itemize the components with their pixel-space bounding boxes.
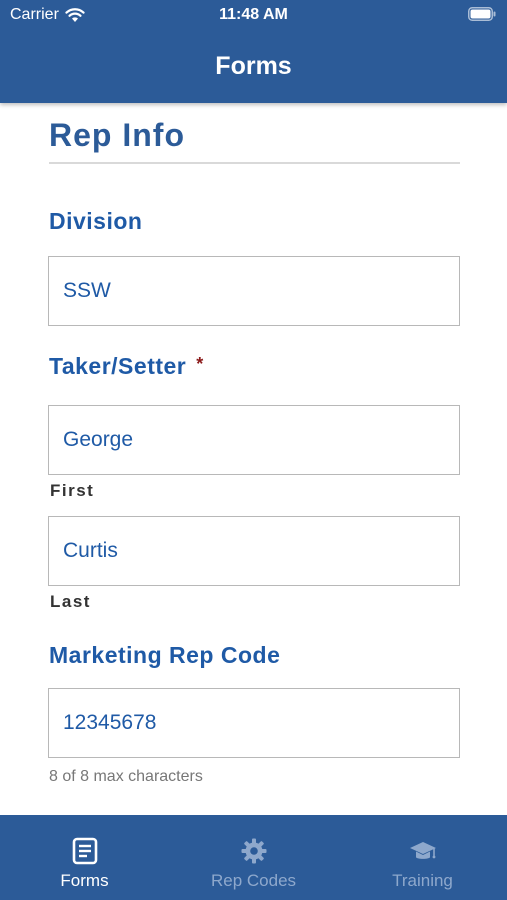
marketing-rep-code-field[interactable]: 12345678 [48,688,460,758]
status-time: 11:48 AM [219,6,288,23]
gear-icon [241,838,266,864]
tab-forms[interactable]: Forms [0,815,169,900]
tab-training[interactable]: Training [338,815,507,900]
first-name-sublabel: First [50,481,95,500]
page-title: Forms [215,52,292,80]
last-name-field[interactable]: Curtis [48,516,460,586]
tab-rep-codes-label: Rep Codes [210,871,297,890]
form-content: Rep Info Division SSW Taker/Setter * Geor… [0,103,507,815]
taker-setter-label: Taker/Setter * [49,353,204,380]
marketing-rep-code-label: Marketing Rep Code [49,642,281,668]
tab-training-label: Training [392,871,453,890]
required-marker: * [196,354,204,374]
marketing-rep-code-value: 12345678 [63,711,157,734]
tab-rep-codes[interactable]: Rep Codes [169,815,338,900]
first-name-value: George [63,428,134,451]
status-bar: Carrier 11:48 AM [0,0,507,32]
tab-forms-label: Forms [60,871,109,890]
division-label: Division [49,208,143,234]
battery-icon [468,7,496,21]
app-screen: Carrier 11:48 AM Forms Rep Info Division… [0,0,507,900]
first-name-field[interactable]: George [48,405,460,475]
taker-setter-label-text: Taker/Setter [49,353,187,379]
section-divider [49,162,460,164]
graduation-cap-icon [409,842,436,859]
last-name-sublabel: Last [50,592,91,611]
tab-bar: Forms Rep Codes Training [0,815,507,900]
section-title: Rep Info [49,117,185,153]
last-name-value: Curtis [63,539,118,562]
header: Carrier 11:48 AM Forms [0,0,507,103]
forms-icon [72,837,97,865]
division-value: SSW [63,279,111,302]
character-count-hint: 8 of 8 max characters [49,768,203,785]
division-field[interactable]: SSW [48,256,460,326]
